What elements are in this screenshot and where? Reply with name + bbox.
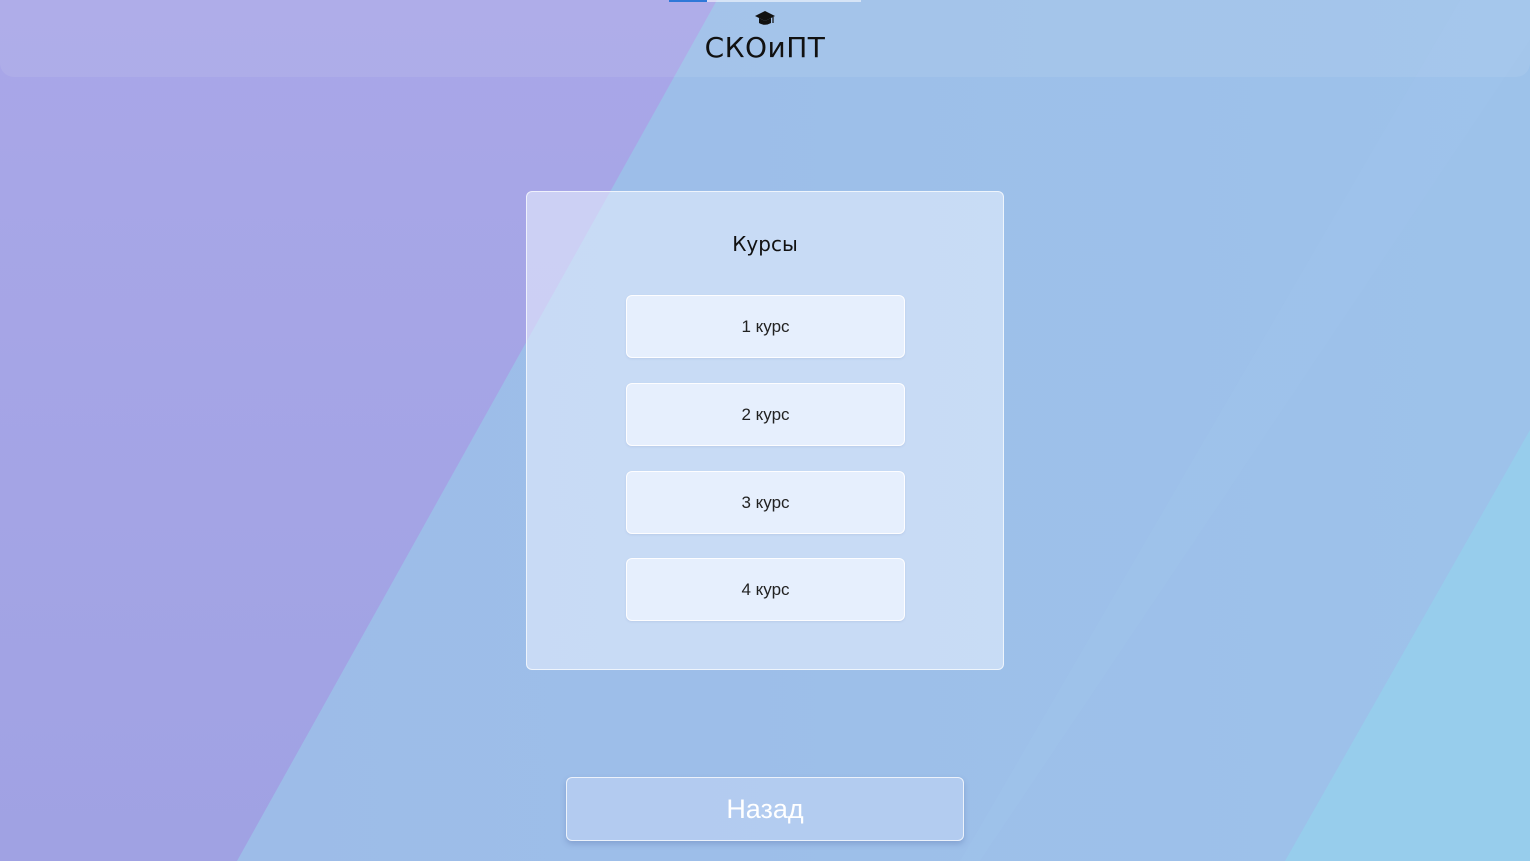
courses-card: Курсы 1 курс 2 курс 3 курс 4 курс [526, 191, 1004, 670]
logo-text: СКОиПТ [704, 31, 826, 64]
course-3-button[interactable]: 3 курс [626, 471, 905, 534]
course-1-button[interactable]: 1 курс [626, 295, 905, 358]
loading-indicator [669, 0, 861, 2]
courses-title: Курсы [732, 232, 798, 256]
course-2-button[interactable]: 2 курс [626, 383, 905, 446]
course-4-button[interactable]: 4 курс [626, 558, 905, 621]
site-logo[interactable]: СКОиПТ [0, 8, 1530, 64]
graduation-cap-icon [755, 11, 775, 25]
back-button[interactable]: Назад [566, 777, 964, 841]
loading-indicator-progress [669, 0, 707, 2]
